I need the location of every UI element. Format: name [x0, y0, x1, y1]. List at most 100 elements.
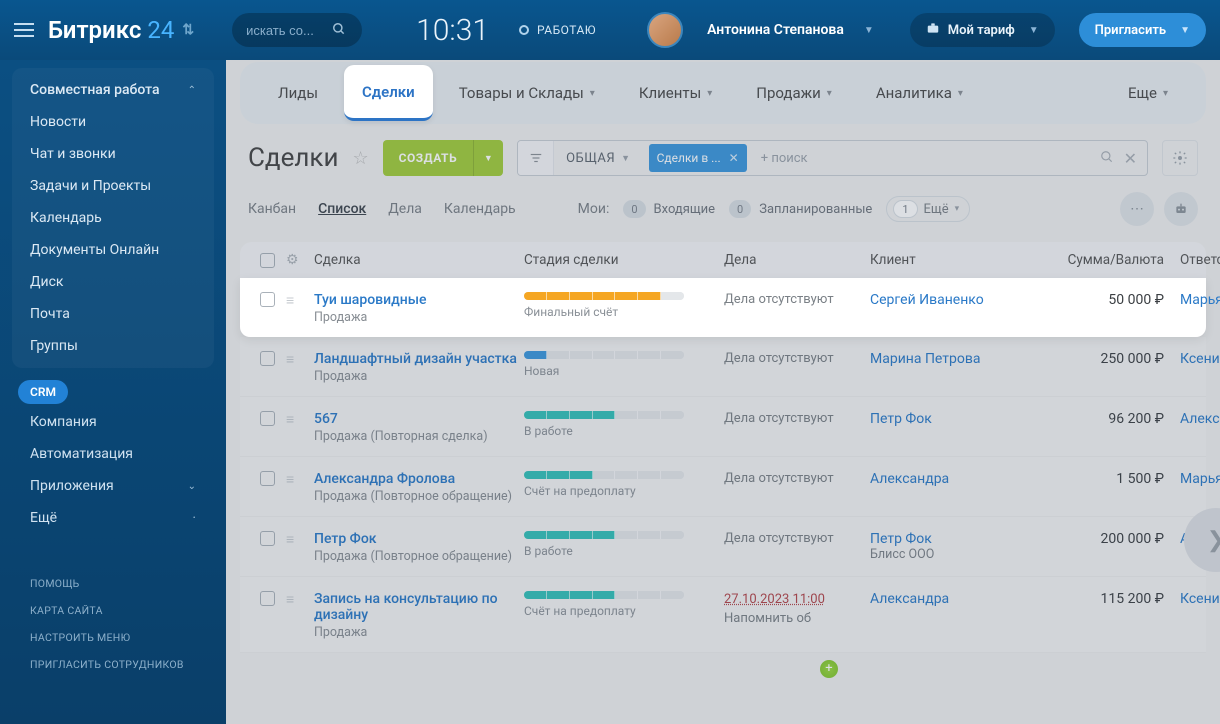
robot-icon[interactable]	[1164, 192, 1198, 226]
responsible-link[interactable]: Ксения И	[1180, 591, 1220, 607]
filter-icon[interactable]	[518, 141, 554, 175]
star-icon[interactable]: ☆	[353, 148, 369, 169]
drag-handle-icon[interactable]: ≡	[286, 351, 314, 368]
sidebar-item[interactable]: Почта	[12, 298, 214, 330]
create-button[interactable]: СОЗДАТЬ ▼	[383, 140, 503, 176]
sidebar-item[interactable]: Автоматизация	[0, 438, 226, 470]
responsible-link[interactable]: Александ	[1180, 411, 1220, 427]
crm-tab[interactable]: Сделки	[344, 65, 433, 121]
filter-bar[interactable]: ОБЩАЯ ▼ Сделки в ... ✕ + поиск ✕	[517, 140, 1148, 176]
search-icon[interactable]	[332, 21, 346, 40]
table-row[interactable]: ≡Петр ФокПродажа (Повторное обращение)В …	[240, 517, 1206, 577]
mine-incoming[interactable]: 0 Входящие	[623, 200, 715, 218]
drag-handle-icon[interactable]: ≡	[286, 292, 314, 309]
client-link[interactable]: Александра	[870, 471, 1056, 487]
swap-icon[interactable]: ⇅	[182, 22, 194, 38]
select-all-checkbox[interactable]	[260, 253, 275, 268]
crm-tab[interactable]: Клиенты▾	[621, 65, 730, 121]
drag-handle-icon[interactable]: ≡	[286, 471, 314, 488]
sidebar-item[interactable]: Чат и звонки	[12, 138, 214, 170]
row-checkbox[interactable]	[260, 351, 275, 366]
col-responsible[interactable]: Ответст	[1180, 252, 1220, 268]
deal-name-link[interactable]: Запись на консультацию по дизайну	[314, 591, 524, 623]
table-row[interactable]: ≡567Продажа (Повторная сделка)В работеДе…	[240, 397, 1206, 457]
table-row[interactable]: ≡Александра ФроловаПродажа (Повторное об…	[240, 457, 1206, 517]
global-search[interactable]	[232, 13, 362, 47]
mine-more[interactable]: 1 Ещё ▾	[886, 196, 970, 222]
more-actions-button[interactable]: ⋯	[1120, 192, 1154, 226]
responsible-link[interactable]: Марьяна	[1180, 292, 1220, 308]
deal-name-link[interactable]: Ландшафтный дизайн участка	[314, 351, 524, 367]
col-amount[interactable]: Сумма/Валюта	[1056, 252, 1180, 268]
stage-progress[interactable]	[524, 411, 684, 419]
col-deal[interactable]: Сделка	[314, 252, 524, 268]
sidebar-item[interactable]: Диск	[12, 266, 214, 298]
view-subtab[interactable]: Календарь	[444, 201, 516, 217]
client-link[interactable]: Марина Петрова	[870, 351, 1056, 367]
table-row[interactable]: ≡Ландшафтный дизайн участкаПродажаНоваяД…	[240, 337, 1206, 397]
user-name[interactable]: Антонина Степанова	[707, 22, 844, 38]
stage-progress[interactable]	[524, 292, 684, 300]
stage-progress[interactable]	[524, 591, 684, 599]
col-client[interactable]: Клиент	[870, 252, 1056, 268]
sidebar-mini-link[interactable]: НАСТРОИТЬ МЕНЮ	[30, 624, 196, 651]
view-subtab[interactable]: Канбан	[248, 201, 296, 217]
mine-planned[interactable]: 0 Запланированные	[729, 200, 872, 218]
sidebar-item[interactable]: Календарь	[12, 202, 214, 234]
sidebar-item-apps[interactable]: Приложения ⌄	[0, 470, 226, 502]
invite-button[interactable]: Пригласить ▼	[1079, 13, 1206, 47]
sidebar-item[interactable]: Группы	[12, 330, 214, 362]
user-avatar[interactable]	[647, 12, 683, 48]
tariff-button[interactable]: Мой тариф ▼	[910, 13, 1055, 47]
deal-name-link[interactable]: Туи шаровидные	[314, 292, 524, 308]
app-logo[interactable]: Битрикс 24 ⇅	[48, 16, 194, 44]
add-activity-icon[interactable]: +	[820, 660, 838, 678]
row-checkbox[interactable]	[260, 411, 275, 426]
table-row[interactable]: ≡Туи шаровидныеПродажаФинальный счётДела…	[240, 278, 1206, 337]
settings-button[interactable]	[1162, 140, 1198, 176]
close-icon[interactable]: ✕	[1124, 149, 1137, 168]
filter-chip[interactable]: Сделки в ... ✕	[649, 144, 747, 172]
responsible-link[interactable]: Марьяна	[1180, 471, 1220, 487]
stage-progress[interactable]	[524, 531, 684, 539]
close-icon[interactable]: ✕	[729, 151, 739, 165]
crm-tab[interactable]: Продажи▾	[738, 65, 850, 121]
deal-name-link[interactable]: Александра Фролова	[314, 471, 524, 487]
drag-handle-icon[interactable]: ≡	[286, 591, 314, 608]
sidebar-item-collab[interactable]: Совместная работа ⌃	[12, 74, 214, 106]
row-checkbox[interactable]	[260, 591, 275, 606]
client-link[interactable]: Петр Фок	[870, 531, 1056, 547]
activity-date[interactable]: 27.10.2023 11:00	[724, 591, 870, 609]
row-checkbox[interactable]	[260, 531, 275, 546]
sidebar-mini-link[interactable]: ПРИГЛАСИТЬ СОТРУДНИКОВ	[30, 651, 196, 678]
drag-handle-icon[interactable]: ≡	[286, 531, 314, 548]
stage-progress[interactable]	[524, 351, 684, 359]
row-checkbox[interactable]	[260, 292, 275, 307]
col-stage[interactable]: Стадия сделки	[524, 252, 724, 268]
crm-tab[interactable]: Товары и Склады▾	[441, 65, 613, 121]
view-subtab[interactable]: Дела	[388, 201, 422, 217]
client-link[interactable]: Сергей Иваненко	[870, 292, 1056, 308]
deal-name-link[interactable]: Петр Фок	[314, 531, 524, 547]
sidebar-item-crm[interactable]: CRM	[18, 380, 68, 404]
search-icon[interactable]	[1100, 149, 1114, 168]
sidebar-item[interactable]: Документы Онлайн	[12, 234, 214, 266]
sidebar-item[interactable]: Новости	[12, 106, 214, 138]
create-split[interactable]: ▼	[473, 140, 503, 176]
filter-general[interactable]: ОБЩАЯ ▼	[554, 151, 643, 166]
sidebar-mini-link[interactable]: ПОМОЩЬ	[30, 570, 196, 597]
row-checkbox[interactable]	[260, 471, 275, 486]
deal-name-link[interactable]: 567	[314, 411, 524, 427]
column-settings-icon[interactable]: ⚙	[286, 252, 314, 268]
col-business[interactable]: Дела	[724, 252, 870, 268]
crm-tab[interactable]: Аналитика▾	[858, 65, 981, 121]
sidebar-mini-link[interactable]: КАРТА САЙТА	[30, 597, 196, 624]
drag-handle-icon[interactable]: ≡	[286, 411, 314, 428]
view-subtab[interactable]: Список	[318, 201, 366, 217]
search-input[interactable]	[246, 23, 324, 38]
sidebar-item-more[interactable]: Ещё	[0, 502, 226, 534]
sidebar-item[interactable]: Компания	[0, 406, 226, 438]
responsible-link[interactable]: Ксения И	[1180, 351, 1220, 367]
work-status[interactable]: РАБОТАЮ	[519, 23, 596, 37]
chevron-down-icon[interactable]: ▼	[864, 25, 874, 36]
